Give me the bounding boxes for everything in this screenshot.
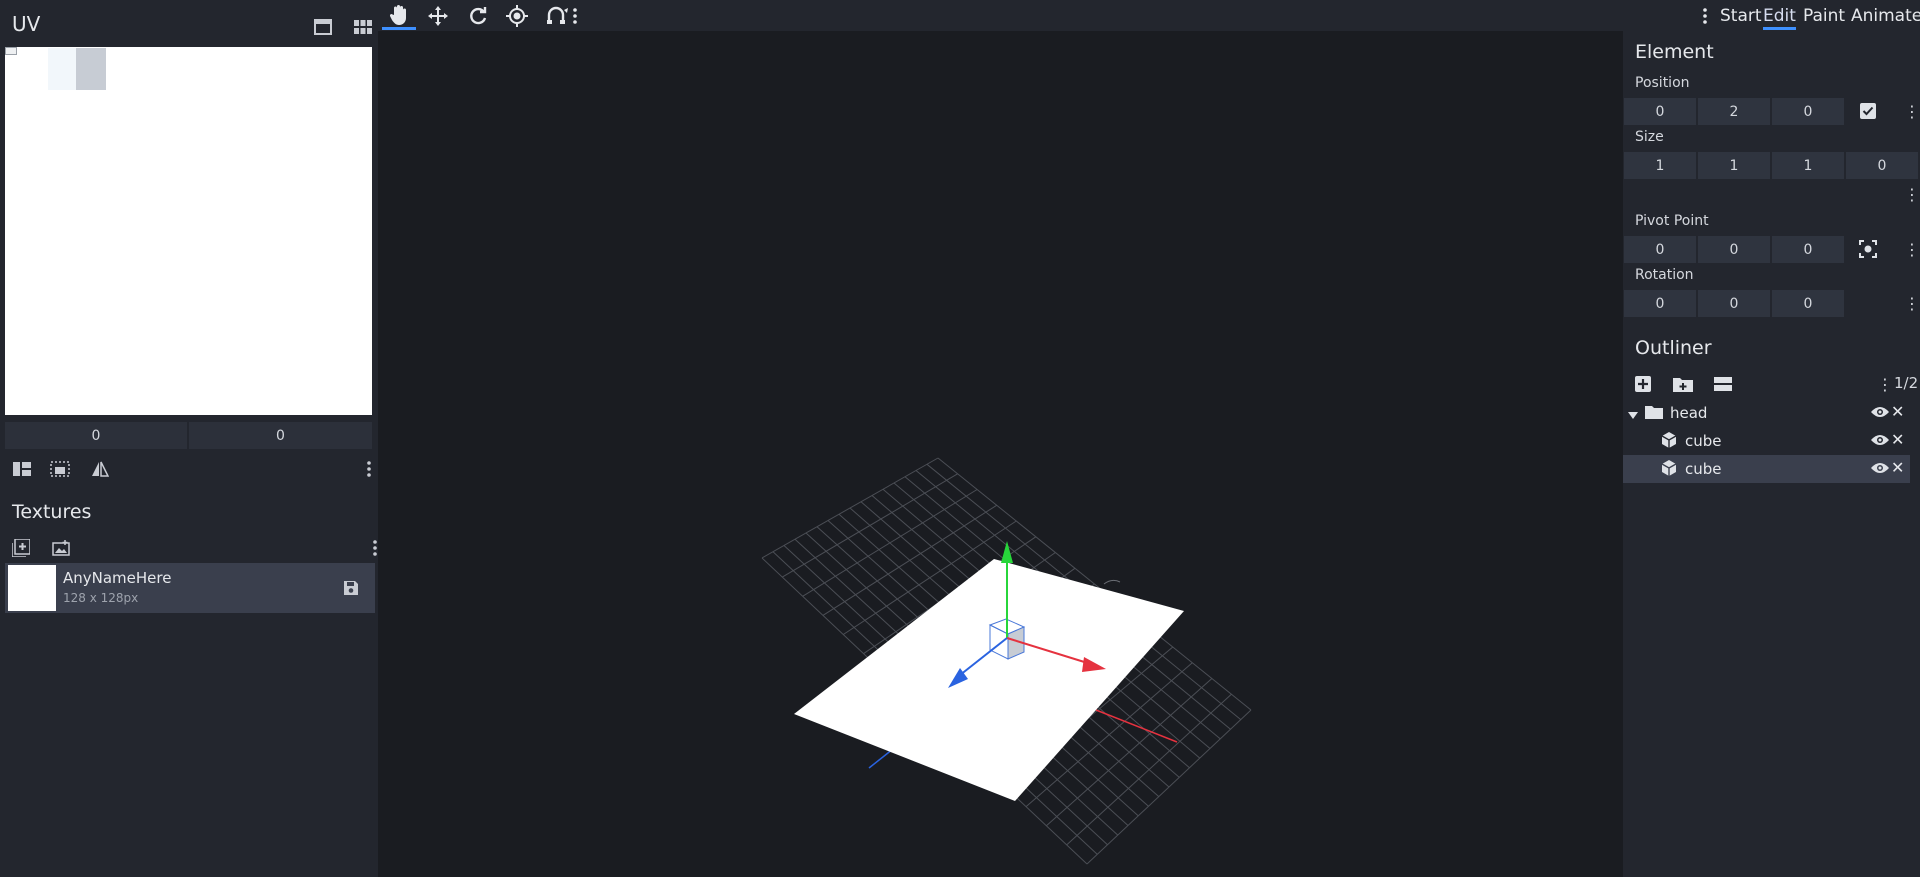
visibility-eye-icon[interactable] [1871, 432, 1889, 450]
mode-paint[interactable]: Paint [1803, 6, 1845, 26]
cube-icon [1661, 432, 1677, 452]
mirror-icon[interactable] [86, 455, 114, 483]
outliner-count: 1/2 [1894, 374, 1919, 392]
element-title: Element [1635, 41, 1714, 63]
folder-icon [1645, 405, 1663, 423]
pivot-z-input[interactable]: 0 [1772, 236, 1844, 263]
rotation-label: Rotation [1635, 267, 1694, 283]
left-sidebar: UV 0 0 Textures AnyNameHere 128 x 128px [0, 0, 378, 877]
grid-view-icon[interactable] [349, 13, 377, 41]
add-group-icon[interactable] [1669, 370, 1697, 398]
close-icon[interactable]: ✕ [1891, 430, 1904, 449]
size-more-icon[interactable]: ⋮ [1904, 185, 1920, 204]
import-texture-icon[interactable] [47, 534, 75, 562]
blockbench-app: UV 0 0 Textures AnyNameHere 128 x 128px … [0, 0, 1920, 877]
outliner-cube-row-selected[interactable]: cube ✕ [1623, 455, 1910, 483]
add-texture-icon[interactable] [7, 534, 35, 562]
move-icon[interactable] [421, 2, 455, 30]
mode-edit[interactable]: Edit [1763, 6, 1796, 30]
rotation-hint [1103, 579, 1121, 585]
size-x-input[interactable]: 1 [1624, 152, 1696, 179]
collapse-all-icon[interactable] [1709, 370, 1737, 398]
pivot-x-input[interactable]: 0 [1624, 236, 1696, 263]
expand-arrow-icon[interactable] [1628, 406, 1638, 424]
outliner-title: Outliner [1635, 337, 1712, 359]
position-y-input[interactable]: 2 [1698, 98, 1770, 125]
pivot-label: Pivot Point [1635, 213, 1709, 229]
size-label: Size [1635, 129, 1664, 145]
uv-face-region-selected[interactable] [76, 48, 106, 90]
rotation-x-input[interactable]: 0 [1624, 290, 1696, 317]
size-y-input[interactable]: 1 [1698, 152, 1770, 179]
position-more-icon[interactable]: ⋮ [1904, 102, 1920, 121]
textures-title: Textures [12, 501, 92, 523]
outliner-item-name: cube [1685, 432, 1722, 450]
modes-more-icon[interactable] [1698, 2, 1712, 30]
z-axis-line [868, 748, 894, 769]
texture-list-item[interactable]: AnyNameHere 128 x 128px [5, 563, 375, 613]
add-cube-icon[interactable] [1629, 370, 1657, 398]
rotation-more-icon[interactable]: ⋮ [1904, 294, 1920, 313]
position-z-input[interactable]: 0 [1772, 98, 1844, 125]
uv-face-region[interactable] [48, 48, 76, 90]
texture-name: AnyNameHere [63, 569, 172, 587]
visibility-eye-icon[interactable] [1871, 404, 1889, 422]
outliner-item-name: cube [1685, 460, 1722, 478]
save-texture-icon[interactable] [337, 574, 365, 602]
uv-editor-canvas[interactable] [5, 47, 372, 415]
pivot-y-input[interactable]: 0 [1698, 236, 1770, 263]
pivot-icon[interactable] [500, 2, 534, 30]
right-sidebar: Element Position 0 2 0 ⋮ Size 1 1 1 0 ⋮ … [1623, 31, 1920, 877]
texture-thumbnail [8, 565, 56, 611]
uv-layout-icon[interactable] [8, 455, 36, 483]
mode-start[interactable]: Start [1720, 6, 1762, 26]
scene-canvas[interactable] [384, 31, 1623, 877]
checkbox-icon[interactable] [1854, 97, 1882, 125]
pivot-more-icon[interactable]: ⋮ [1904, 240, 1920, 259]
uv-panel-title: UV [12, 12, 41, 36]
3d-viewport[interactable] [384, 31, 1623, 877]
rotate-icon[interactable] [461, 2, 495, 30]
window-icon[interactable] [309, 13, 337, 41]
plane-mesh [794, 559, 1184, 801]
texture-size: 128 x 128px [63, 591, 139, 605]
rotation-z-input[interactable]: 0 [1772, 290, 1844, 317]
size-z-input[interactable]: 1 [1772, 152, 1844, 179]
tools-more-icon[interactable] [568, 2, 582, 30]
x-axis-line [1095, 709, 1178, 743]
uv-more-icon[interactable] [355, 455, 383, 483]
uv-select-icon[interactable] [46, 455, 74, 483]
position-label: Position [1635, 75, 1690, 91]
outliner-cube-row[interactable]: cube ✕ [1623, 427, 1910, 455]
close-icon[interactable]: ✕ [1891, 402, 1904, 421]
uv-texture-preview-icon [5, 47, 17, 55]
mode-animate[interactable]: Animate [1851, 6, 1920, 26]
outliner-item-name: head [1670, 404, 1708, 422]
main-toolbar: Start Edit Paint Animate [378, 0, 1920, 31]
outliner-group-head[interactable]: head ✕ [1623, 399, 1910, 427]
cube-icon [1661, 460, 1677, 480]
rotation-y-input[interactable]: 0 [1698, 290, 1770, 317]
hand-icon[interactable] [382, 2, 416, 30]
close-icon[interactable]: ✕ [1891, 458, 1904, 477]
y-axis-arrow [1001, 541, 1013, 563]
center-pivot-icon[interactable] [1854, 235, 1882, 263]
inflate-input[interactable]: 0 [1846, 152, 1918, 179]
uv-coord-y[interactable]: 0 [189, 422, 372, 449]
uv-coord-x[interactable]: 0 [5, 422, 187, 449]
visibility-eye-icon[interactable] [1871, 460, 1889, 478]
outliner-more-icon[interactable]: ⋮ [1877, 375, 1893, 394]
position-x-input[interactable]: 0 [1624, 98, 1696, 125]
